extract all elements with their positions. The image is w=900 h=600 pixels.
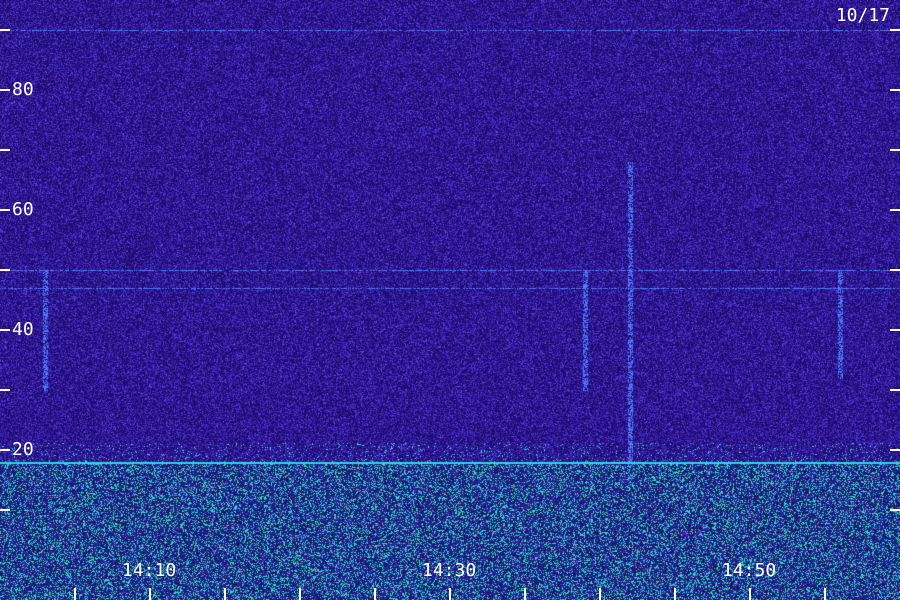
y-tick-label: 60 xyxy=(12,199,34,220)
axis-ticks-layer xyxy=(0,29,900,600)
x-tick-label: 14:50 xyxy=(722,560,777,581)
date-label: 10/17 xyxy=(835,5,890,26)
y-tick-label: 40 xyxy=(12,319,34,340)
y-tick-label: 20 xyxy=(12,439,34,460)
spectrogram-chart: 10/17 2040608010014:1014:3014:50 xyxy=(0,0,900,600)
x-tick-label: 14:10 xyxy=(122,560,177,581)
y-tick-label: 80 xyxy=(12,79,34,100)
x-tick-label: 14:30 xyxy=(422,560,477,581)
